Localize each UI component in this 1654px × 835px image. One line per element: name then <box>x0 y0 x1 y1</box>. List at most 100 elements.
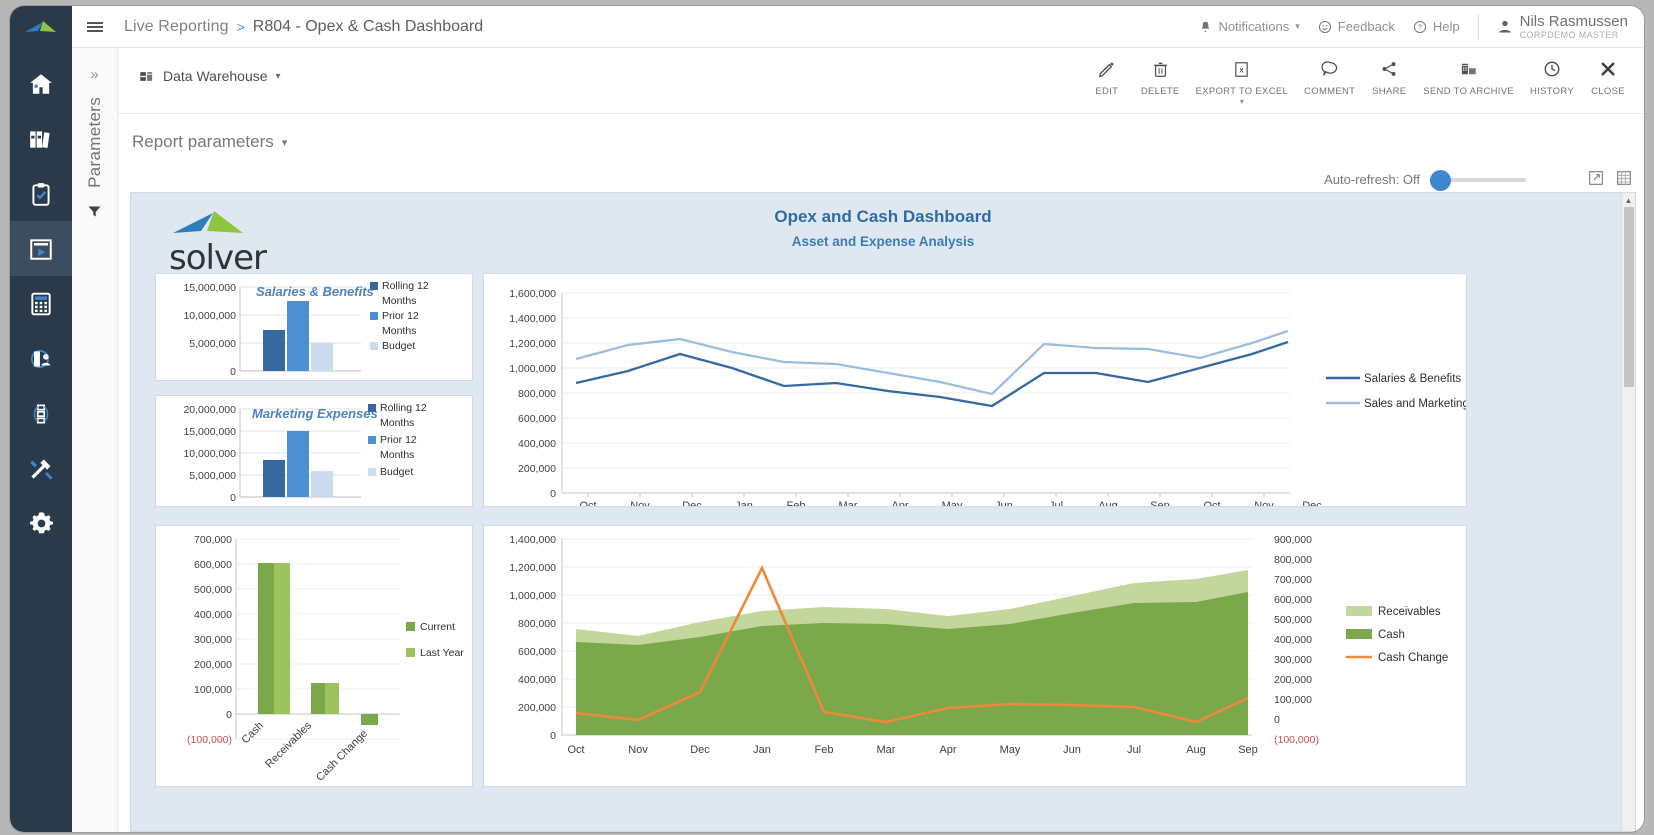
chart-panel-cash-receivables[interactable]: 1,400,000 1,200,000 1,000,000 800,000 60… <box>483 525 1467 787</box>
chart-panel-marketing-expenses[interactable]: 20,000,000 15,000,000 10,000,000 5,000,0… <box>155 395 473 507</box>
svg-text:600,000: 600,000 <box>1274 594 1312 606</box>
parameters-label: Parameters <box>85 97 105 188</box>
breadcrumb-current: R804 - Opex & Cash Dashboard <box>253 18 483 36</box>
comment-button[interactable]: COMMENT <box>1296 56 1363 97</box>
svg-text:800,000: 800,000 <box>518 618 556 630</box>
svg-text:200,000: 200,000 <box>194 659 232 671</box>
cash-comparison-bar-chart: 700,000 600,000 500,000 400,000 300,000 … <box>156 526 472 786</box>
send-to-archive-label: SEND TO ARCHIVE <box>1423 86 1514 97</box>
x-ticks <box>588 493 1264 497</box>
sidebar-item-home[interactable] <box>10 56 72 111</box>
sidebar-item-reports[interactable] <box>10 221 72 276</box>
svg-text:Dec: Dec <box>690 744 710 756</box>
chevron-down-icon[interactable]: ▾ <box>1196 97 1289 106</box>
auto-refresh-toggle[interactable] <box>1430 173 1526 187</box>
svg-text:10,000,000: 10,000,000 <box>183 310 236 322</box>
breadcrumb-root[interactable]: Live Reporting <box>124 18 229 36</box>
chevron-down-icon: ▾ <box>282 136 288 149</box>
svg-text:Mar: Mar <box>877 744 896 756</box>
grid-icon[interactable] <box>1616 170 1632 191</box>
sidebar-item-library[interactable] <box>10 111 72 166</box>
funnel-icon[interactable] <box>87 204 102 224</box>
svg-text:Cash: Cash <box>1378 629 1405 641</box>
library-icon <box>28 126 54 152</box>
notifications-button[interactable]: Notifications ▾ <box>1199 19 1299 34</box>
menu-toggle-button[interactable] <box>72 20 118 34</box>
svg-text:1,000,000: 1,000,000 <box>509 363 556 375</box>
sidebar-item-workflow[interactable] <box>10 386 72 441</box>
sidebar-item-tools[interactable] <box>10 441 72 496</box>
share-label: SHARE <box>1371 86 1407 97</box>
report-parameters-label: Report parameters <box>132 132 274 152</box>
expand-parameters-button[interactable]: » <box>90 66 98 83</box>
toggle-knob[interactable] <box>1430 170 1451 191</box>
svg-text:700,000: 700,000 <box>1274 574 1312 586</box>
sidebar-item-planning[interactable] <box>10 276 72 331</box>
svg-text:Rolling 12: Rolling 12 <box>382 280 429 292</box>
y-axis-labels: 15,000,000 10,000,000 5,000,000 0 <box>183 282 236 378</box>
chart-panel-opex-trend[interactable]: 1,600,000 1,400,000 1,200,000 1,000,000 … <box>483 273 1467 507</box>
svg-text:Dec: Dec <box>682 500 702 506</box>
svg-text:Receivables: Receivables <box>1378 606 1441 618</box>
svg-text:Jun: Jun <box>1063 744 1081 756</box>
page-subtitle: Asset and Expense Analysis <box>131 234 1635 249</box>
primary-navigation-rail <box>10 6 72 832</box>
x-axis-labels: Cash Receivables Cash Change <box>239 719 370 783</box>
export-to-excel-button[interactable]: X EXPORT TO EXCEL ▾ <box>1188 56 1297 106</box>
chart-panel-cash-comparison[interactable]: 700,000 600,000 500,000 400,000 300,000 … <box>155 525 473 787</box>
svg-text:15,000,000: 15,000,000 <box>183 282 236 294</box>
svg-text:Oct: Oct <box>1203 500 1220 506</box>
svg-text:X: X <box>1240 67 1245 74</box>
bell-icon <box>1199 20 1212 34</box>
history-button[interactable]: HISTORY <box>1522 56 1582 97</box>
delete-button[interactable]: DELETE <box>1133 56 1188 97</box>
solver-logo-icon[interactable] <box>10 6 72 50</box>
chart-panel-salaries-benefits[interactable]: 15,000,000 10,000,000 5,000,000 0 Salari… <box>155 273 473 381</box>
feedback-button[interactable]: Feedback <box>1318 19 1395 34</box>
svg-text:300,000: 300,000 <box>1274 654 1312 666</box>
view-controls <box>1588 170 1632 191</box>
edit-button[interactable]: EDIT <box>1081 56 1133 97</box>
dashboard-scrollbar[interactable]: ▲ <box>1621 193 1635 831</box>
data-source-selector[interactable]: Data Warehouse ▾ <box>138 68 281 84</box>
scrollbar-thumb[interactable] <box>1624 207 1634 387</box>
svg-text:600,000: 600,000 <box>194 559 232 571</box>
svg-text:Oct: Oct <box>567 744 584 756</box>
svg-text:Feb: Feb <box>787 500 806 506</box>
help-button[interactable]: ? Help <box>1413 19 1460 34</box>
opex-trend-line-chart: 1,600,000 1,400,000 1,200,000 1,000,000 … <box>484 274 1466 506</box>
svg-text:1,200,000: 1,200,000 <box>509 338 556 350</box>
svg-text:100,000: 100,000 <box>1274 694 1312 706</box>
svg-text:1,600,000: 1,600,000 <box>509 288 556 300</box>
report-parameters-toggle[interactable]: Report parameters ▾ <box>132 132 287 152</box>
close-button[interactable]: CLOSE <box>1582 56 1634 97</box>
dashboard-title-block: Opex and Cash Dashboard Asset and Expens… <box>131 207 1635 249</box>
svg-text:500,000: 500,000 <box>1274 614 1312 626</box>
y-axis-labels: 700,000 600,000 500,000 400,000 300,000 … <box>187 534 232 746</box>
svg-text:?: ? <box>1418 24 1422 31</box>
bars <box>263 301 333 371</box>
svg-text:Receivables: Receivables <box>263 719 314 770</box>
salaries-benefits-bar-chart: 15,000,000 10,000,000 5,000,000 0 Salari… <box>156 274 472 380</box>
share-icon <box>1380 60 1398 78</box>
share-button[interactable]: SHARE <box>1363 56 1415 97</box>
top-bar-actions: Notifications ▾ Feedback ? Help Nils Ras… <box>1199 14 1644 40</box>
svg-text:400,000: 400,000 <box>518 438 556 450</box>
tools-icon <box>28 455 55 482</box>
svg-text:800,000: 800,000 <box>518 388 556 400</box>
sidebar-item-settings[interactable] <box>10 496 72 551</box>
svg-text:Nov: Nov <box>1254 500 1274 506</box>
scroll-up-arrow[interactable]: ▲ <box>1622 193 1635 207</box>
user-role: CorpDemo Master <box>1520 30 1628 40</box>
send-to-archive-button[interactable]: SEND TO ARCHIVE <box>1415 56 1522 97</box>
svg-text:Sep: Sep <box>1150 500 1170 506</box>
svg-text:Dec: Dec <box>1302 500 1322 506</box>
command-bar: Data Warehouse ▾ EDIT DELETE X EXPORT TO… <box>72 48 1644 114</box>
sidebar-item-tasks[interactable] <box>10 166 72 221</box>
user-menu[interactable]: Nils Rasmussen CorpDemo Master <box>1497 14 1628 40</box>
sidebar-item-data[interactable] <box>10 331 72 386</box>
divider <box>1478 14 1479 40</box>
calculator-icon <box>28 291 54 317</box>
expand-icon[interactable] <box>1588 170 1604 191</box>
document-user-icon <box>28 346 54 372</box>
